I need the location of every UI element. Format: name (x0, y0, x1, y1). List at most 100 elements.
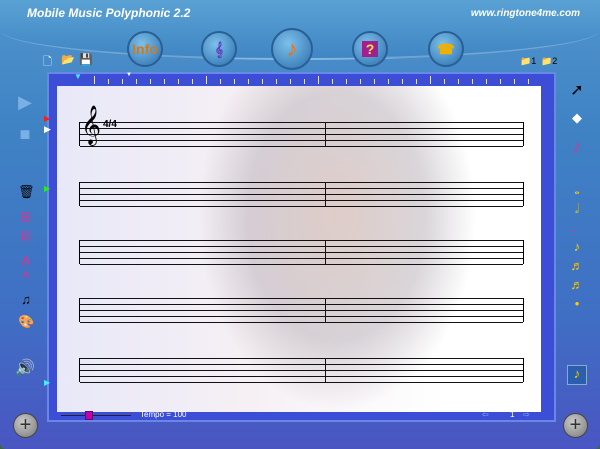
tempo-slider-track[interactable] (61, 415, 131, 416)
ruler-tick (374, 79, 375, 84)
staff-line (80, 122, 523, 123)
info-button[interactable]: Info (127, 31, 163, 67)
ruler-tick (416, 79, 417, 84)
duration-half-icon[interactable]: 𝅗𝅥 (569, 201, 585, 217)
staff-line (80, 206, 523, 207)
ruler-tick (192, 79, 193, 84)
play-button[interactable]: ▶ (17, 92, 33, 113)
note-properties-button[interactable]: ♪ (567, 365, 587, 385)
clear-icon[interactable]: 🗑 (18, 184, 35, 200)
ruler-tick (318, 76, 319, 84)
staff-line (80, 370, 523, 371)
tempo-label: Tempo = 100 (140, 410, 187, 419)
duration-sixteenth-icon[interactable]: ♬ (569, 258, 585, 273)
staff-line (80, 264, 523, 265)
slot-2-label: 2 (552, 56, 558, 66)
staff-line (80, 304, 523, 305)
note-tool-icon[interactable]: ♪ (569, 136, 585, 157)
footer-bar: Tempo = 100 ⇦ 1 ⇨ (57, 410, 541, 421)
barline (325, 240, 326, 264)
website-link[interactable]: www.ringtone4me.com (471, 8, 580, 19)
score-sheet[interactable]: 𝄞 4/4 (57, 86, 541, 412)
notes-icon[interactable]: ♫ (18, 292, 34, 307)
add-staff-icon[interactable]: ⊞ (18, 209, 34, 225)
next-page-button[interactable]: ⇨ (523, 410, 530, 419)
ruler-tick (136, 79, 137, 84)
ruler-tick (500, 79, 501, 84)
ruler-tick (388, 79, 389, 84)
stop-button[interactable]: ■ (17, 124, 33, 145)
staff-line (80, 258, 523, 259)
staff-line (80, 252, 523, 253)
ruler-tick (304, 79, 305, 84)
timeline-ruler[interactable] (49, 74, 554, 86)
staff[interactable] (79, 358, 524, 383)
cyan-marker[interactable]: ▶ (44, 378, 50, 387)
speaker-icon[interactable]: 🔊 (15, 358, 35, 378)
remove-staff-icon[interactable]: ⊟ (18, 228, 34, 244)
ruler-tick (248, 79, 249, 84)
help-book-icon: ? (361, 41, 379, 57)
loop-start-marker[interactable]: ▼ (74, 72, 82, 81)
time-signature: 4/4 (103, 119, 117, 130)
send-button[interactable]: ☎ (428, 31, 464, 67)
staff[interactable] (79, 240, 524, 265)
transpose-up-icon[interactable]: A (18, 253, 34, 268)
ruler-tick (346, 79, 347, 84)
barline (325, 182, 326, 206)
current-staff-marker[interactable]: ▶ (44, 124, 51, 135)
score-button[interactable]: ♪ (271, 28, 313, 70)
instrument-icon: 𝄞 (214, 40, 224, 57)
ruler-tick (402, 79, 403, 84)
ruler-tick (430, 76, 431, 84)
page-number: 1 (510, 410, 515, 419)
ruler-tick (332, 79, 333, 84)
duration-eighth-icon[interactable]: ♪ (569, 239, 585, 254)
ruler-tick (514, 79, 515, 84)
ruler-tick (276, 79, 277, 84)
staff-line (80, 358, 523, 359)
staff[interactable] (79, 182, 524, 207)
ruler-tick (178, 79, 179, 84)
staff-line (80, 382, 523, 383)
playhead-marker[interactable]: ▼ (126, 72, 132, 78)
staff[interactable] (79, 122, 524, 147)
ruler-tick (360, 79, 361, 84)
zoom-in-right-button[interactable]: + (563, 413, 588, 438)
staff-line (80, 134, 523, 135)
instrument-button[interactable]: 𝄞 (201, 31, 237, 67)
ruler-tick (290, 79, 291, 84)
score-editor: 𝄞 4/4 Tempo = 100 ⇦ 1 ⇨ (47, 72, 556, 422)
staff-line (80, 316, 523, 317)
slot-1-label: 1 (531, 56, 537, 66)
prev-page-button[interactable]: ⇦ (482, 410, 489, 419)
ruler-tick (206, 76, 207, 84)
staff[interactable] (79, 298, 524, 323)
red-marker[interactable]: ▶ (44, 114, 50, 123)
new-file-icon[interactable]: 🗋 (43, 53, 52, 72)
slot-2-button[interactable]: 📁2 (541, 56, 557, 67)
tempo-slider-thumb[interactable] (85, 411, 93, 420)
staff-line (80, 310, 523, 311)
duration-whole-icon[interactable]: 𝅝 (569, 182, 585, 198)
green-marker[interactable]: ▶ (44, 184, 50, 193)
pointer-tool-icon[interactable]: ➚ (569, 80, 585, 100)
staff-line (80, 182, 523, 183)
staff-line (80, 128, 523, 129)
ruler-tick (164, 79, 165, 84)
slot-1-button[interactable]: 📁1 (520, 56, 536, 67)
duration-quarter-icon[interactable]: ♩ (569, 220, 585, 235)
zoom-in-left-button[interactable]: + (13, 413, 38, 438)
ruler-tick (486, 79, 487, 84)
staff-line (80, 140, 523, 141)
duration-dot-icon[interactable]: • (569, 296, 585, 311)
ruler-tick (108, 79, 109, 84)
color-icon[interactable]: 🎨 (18, 314, 34, 330)
staff-line (80, 246, 523, 247)
eraser-tool-icon[interactable]: ◆ (569, 110, 585, 126)
save-icon[interactable]: 💾 (79, 53, 93, 66)
open-folder-icon[interactable]: 📂 (61, 53, 75, 66)
transpose-down-icon[interactable]: A (18, 270, 34, 281)
help-button[interactable]: ? (352, 31, 388, 67)
duration-thirty-second-icon[interactable]: ♬ (569, 277, 585, 292)
